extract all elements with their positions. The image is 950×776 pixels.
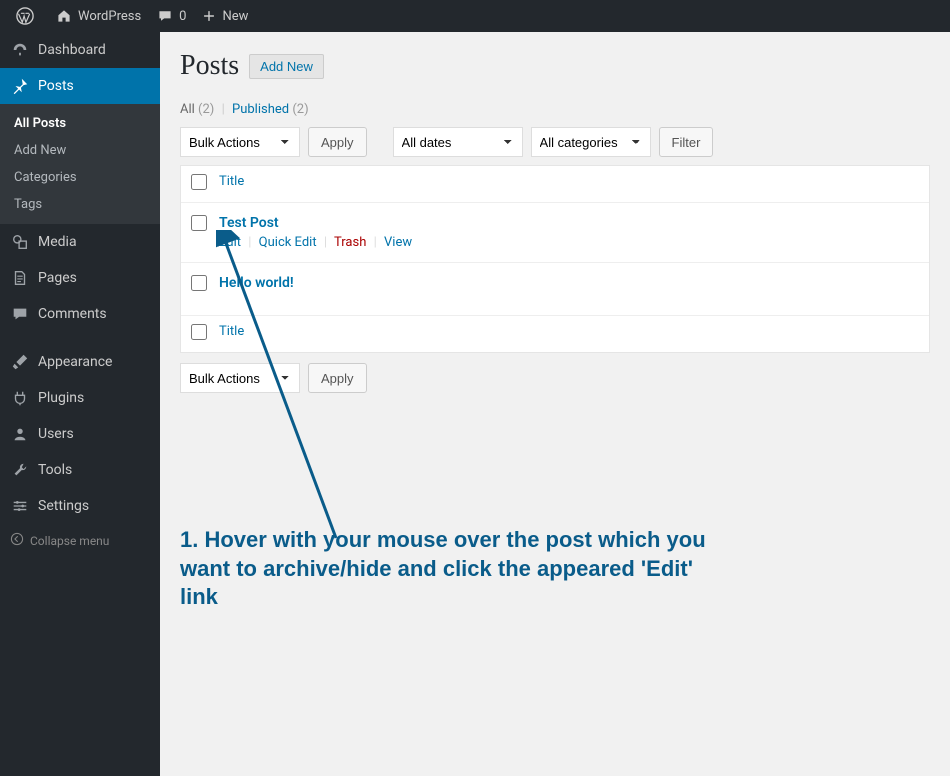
menu-users-label: Users bbox=[38, 426, 74, 442]
menu-comments[interactable]: Comments bbox=[0, 296, 160, 332]
pin-icon bbox=[10, 76, 30, 96]
select-all-checkbox-footer[interactable] bbox=[191, 324, 207, 340]
table-row: Hello world! bbox=[181, 263, 929, 316]
column-title[interactable]: Title bbox=[219, 174, 919, 189]
menu-pages-label: Pages bbox=[38, 270, 77, 286]
plug-icon bbox=[10, 388, 30, 408]
menu-media[interactable]: Media bbox=[0, 224, 160, 260]
action-view[interactable]: View bbox=[384, 235, 412, 250]
home-icon bbox=[56, 8, 72, 24]
column-title-footer[interactable]: Title bbox=[219, 324, 919, 339]
menu-media-label: Media bbox=[38, 234, 77, 250]
menu-appearance-label: Appearance bbox=[38, 354, 112, 370]
view-published-count: (2) bbox=[292, 102, 308, 117]
view-all-count: (2) bbox=[198, 102, 214, 117]
menu-users[interactable]: Users bbox=[0, 416, 160, 452]
menu-settings-label: Settings bbox=[38, 498, 89, 514]
menu-tools[interactable]: Tools bbox=[0, 452, 160, 488]
post-view-filters: All (2) | Published (2) bbox=[180, 102, 930, 117]
category-filter-select[interactable]: All categories bbox=[531, 127, 651, 157]
site-name-label: WordPress bbox=[78, 9, 141, 24]
new-content-link[interactable]: New bbox=[194, 0, 256, 32]
submenu-tags[interactable]: Tags bbox=[0, 191, 160, 218]
main-content: Posts Add New All (2) | Published (2) Bu… bbox=[160, 32, 950, 776]
menu-pages[interactable]: Pages bbox=[0, 260, 160, 296]
submenu-add-new[interactable]: Add New bbox=[0, 137, 160, 164]
post-title-link[interactable]: Test Post bbox=[219, 215, 919, 231]
bulk-actions-select-bottom[interactable]: Bulk Actions bbox=[180, 363, 300, 393]
row-actions: Edit | Quick Edit | Trash | View bbox=[219, 235, 919, 250]
menu-posts-label: Posts bbox=[38, 78, 74, 94]
add-new-button[interactable]: Add New bbox=[249, 54, 324, 79]
new-label: New bbox=[222, 9, 248, 24]
view-published-link[interactable]: Published bbox=[232, 102, 289, 117]
page-title: Posts bbox=[180, 50, 239, 82]
menu-appearance[interactable]: Appearance bbox=[0, 344, 160, 380]
menu-settings[interactable]: Settings bbox=[0, 488, 160, 524]
dashboard-icon bbox=[10, 40, 30, 60]
plus-icon bbox=[202, 9, 216, 23]
collapse-label: Collapse menu bbox=[30, 534, 109, 548]
comment-icon bbox=[157, 8, 173, 24]
sliders-icon bbox=[10, 496, 30, 516]
view-all-label[interactable]: All bbox=[180, 102, 195, 117]
page-icon bbox=[10, 268, 30, 288]
brush-icon bbox=[10, 352, 30, 372]
menu-posts[interactable]: Posts bbox=[0, 68, 160, 104]
table-footer: Title bbox=[181, 316, 929, 352]
submenu-all-posts[interactable]: All Posts bbox=[0, 110, 160, 137]
admin-sidebar: Dashboard Posts All Posts Add New Catego… bbox=[0, 32, 160, 776]
post-title-link[interactable]: Hello world! bbox=[219, 275, 919, 291]
apply-button-bottom[interactable]: Apply bbox=[308, 363, 367, 393]
select-all-checkbox[interactable] bbox=[191, 174, 207, 190]
wordpress-icon bbox=[16, 7, 34, 25]
wp-logo[interactable] bbox=[8, 0, 48, 32]
bulk-actions-select[interactable]: Bulk Actions bbox=[180, 127, 300, 157]
wrench-icon bbox=[10, 460, 30, 480]
collapse-menu[interactable]: Collapse menu bbox=[0, 524, 160, 557]
annotation-text: 1. Hover with your mouse over the post w… bbox=[180, 526, 720, 612]
menu-plugins[interactable]: Plugins bbox=[0, 380, 160, 416]
row-checkbox[interactable] bbox=[191, 275, 207, 291]
date-filter-select[interactable]: All dates bbox=[393, 127, 523, 157]
comments-link[interactable]: 0 bbox=[149, 0, 194, 32]
comments-icon bbox=[10, 304, 30, 324]
action-quick-edit[interactable]: Quick Edit bbox=[259, 235, 317, 250]
posts-table: Title Test Post Edit | Quick Edit | Tras… bbox=[180, 165, 930, 353]
menu-plugins-label: Plugins bbox=[38, 390, 84, 406]
admin-toolbar: WordPress 0 New bbox=[0, 0, 950, 32]
collapse-icon bbox=[10, 532, 24, 549]
action-trash[interactable]: Trash bbox=[334, 235, 366, 250]
action-edit[interactable]: Edit bbox=[219, 235, 241, 250]
user-icon bbox=[10, 424, 30, 444]
apply-button[interactable]: Apply bbox=[308, 127, 367, 157]
posts-submenu: All Posts Add New Categories Tags bbox=[0, 104, 160, 224]
menu-tools-label: Tools bbox=[38, 462, 72, 478]
comments-count: 0 bbox=[179, 9, 186, 24]
media-icon bbox=[10, 232, 30, 252]
row-checkbox[interactable] bbox=[191, 215, 207, 231]
table-row: Test Post Edit | Quick Edit | Trash | Vi… bbox=[181, 203, 929, 263]
site-name-link[interactable]: WordPress bbox=[48, 0, 149, 32]
menu-comments-label: Comments bbox=[38, 306, 107, 322]
table-header: Title bbox=[181, 166, 929, 203]
filter-button[interactable]: Filter bbox=[659, 127, 714, 157]
menu-dashboard[interactable]: Dashboard bbox=[0, 32, 160, 68]
submenu-categories[interactable]: Categories bbox=[0, 164, 160, 191]
menu-dashboard-label: Dashboard bbox=[38, 42, 106, 58]
